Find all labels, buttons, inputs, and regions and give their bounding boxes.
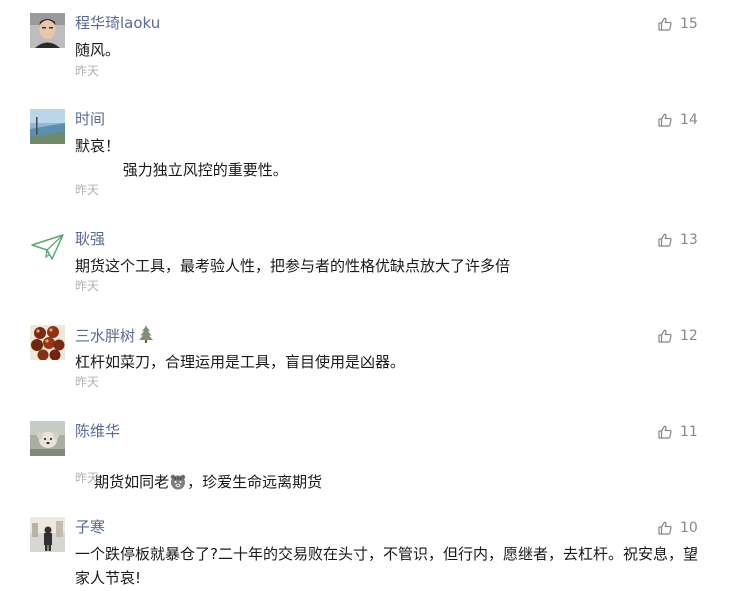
thumbs-up-icon: [658, 329, 672, 343]
thumbs-up-icon: [658, 113, 672, 127]
comment-time: 昨天: [75, 471, 100, 485]
person-photo-icon: [30, 13, 65, 48]
avatar[interactable]: [30, 421, 65, 456]
avatar[interactable]: [30, 109, 65, 144]
like-button[interactable]: 12: [658, 327, 698, 345]
like-count: 14: [680, 112, 698, 128]
comment-text: 随风。: [75, 41, 121, 59]
like-button[interactable]: 10: [658, 519, 698, 537]
thumbs-up-icon: [658, 17, 672, 31]
comment-text: 期货如同老 ，珍爱生命远离期货: [75, 446, 705, 518]
comment-time: 昨天: [75, 375, 100, 389]
like-button[interactable]: 14: [658, 111, 698, 129]
like-count: 15: [680, 16, 698, 32]
comment-author[interactable]: 程华琦laoku: [75, 13, 160, 33]
like-button[interactable]: 15: [658, 15, 698, 33]
beads-photo-icon: [30, 325, 65, 360]
avatar[interactable]: [30, 517, 65, 552]
comment-text-after: ，珍爱生命远离期货: [187, 473, 323, 491]
landscape-photo-icon: [30, 109, 65, 144]
comment-author[interactable]: 时间: [75, 109, 105, 129]
like-button[interactable]: 11: [658, 423, 698, 441]
comment-time: 昨天: [75, 183, 100, 197]
like-count: 10: [680, 520, 698, 536]
comment-text-before: 期货如同老: [94, 473, 170, 491]
thumbs-up-icon: [658, 233, 672, 247]
like-button[interactable]: 13: [658, 231, 698, 249]
christmas-tree-icon: [139, 325, 154, 343]
avatar[interactable]: [30, 229, 65, 264]
avatar[interactable]: [30, 13, 65, 48]
comment-author[interactable]: 耿强: [75, 229, 105, 249]
comment-text: 杠杆如菜刀，合理运用是工具，盲目使用是凶器。: [75, 353, 406, 371]
avatar[interactable]: [30, 325, 65, 360]
thumbs-up-icon: [658, 425, 672, 439]
paper-plane-icon: [30, 229, 65, 264]
dog-photo-icon: [30, 421, 65, 456]
comment-text: 默哀！ 强力独立风控的重要性。: [75, 137, 288, 179]
comment-time: 昨天: [75, 279, 100, 293]
like-count: 11: [680, 424, 698, 440]
comment-author[interactable]: 三水胖树: [75, 325, 154, 346]
comment-author[interactable]: 子寒: [75, 517, 105, 537]
comment-text: 一个跌停板就暴仓了?二十年的交易败在头寸，不管识，但行内，愿继者，去杠杆。祝安息…: [75, 545, 698, 587]
comment-author-label: 三水胖树: [75, 327, 136, 345]
comment-time: 昨天: [75, 64, 100, 78]
tiger-face-icon: [170, 474, 186, 490]
comment-text: 期货这个工具，最考验人性，把参与者的性格优缺点放大了许多倍: [75, 257, 511, 275]
like-count: 12: [680, 328, 698, 344]
thumbs-up-icon: [658, 521, 672, 535]
person-street-photo-icon: [30, 517, 65, 552]
comment-author[interactable]: 陈维华: [75, 421, 120, 441]
like-count: 13: [680, 232, 698, 248]
